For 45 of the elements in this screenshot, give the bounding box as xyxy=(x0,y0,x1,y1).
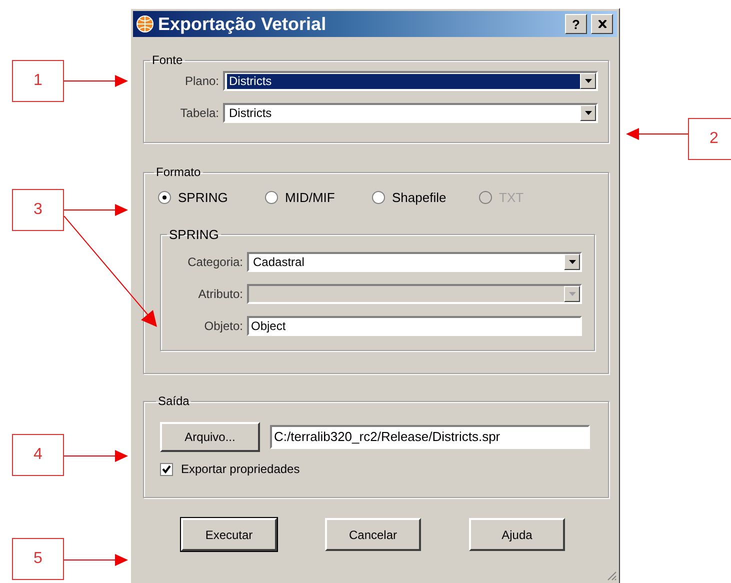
dropdown-field[interactable]: Districts xyxy=(223,71,598,91)
caret-icon xyxy=(568,292,576,296)
callout-label: 3 xyxy=(12,189,64,231)
radio-option[interactable]: Shapefile xyxy=(372,190,479,204)
radio-button[interactable] xyxy=(372,190,385,204)
browse-button[interactable]: Arquivo... xyxy=(160,422,260,452)
dialog-button[interactable]: Ajuda xyxy=(469,518,565,551)
group-title: Formato xyxy=(155,165,202,179)
input-field[interactable]: Object xyxy=(247,316,582,336)
close-button[interactable] xyxy=(591,14,613,34)
callout-label: 1 xyxy=(12,60,64,102)
caret-icon xyxy=(568,260,576,264)
callout-label: 5 xyxy=(12,538,64,580)
field-label: Atributo: xyxy=(197,287,243,301)
dialog-button[interactable]: Executar xyxy=(181,518,277,551)
radio-option[interactable]: SPRING xyxy=(158,190,265,204)
callout-label: 4 xyxy=(12,434,64,476)
resize-grip-icon xyxy=(606,570,617,581)
arrow xyxy=(64,554,128,566)
help-button[interactable]: ? xyxy=(565,14,587,34)
field-label: Objeto: xyxy=(203,319,243,333)
group-title: Fonte xyxy=(151,53,184,67)
checkbox-label: Exportar propriedades xyxy=(181,462,300,476)
arrow xyxy=(64,450,128,462)
radio-option[interactable]: MID/MIF xyxy=(265,190,372,204)
caret-icon xyxy=(584,111,592,115)
radio-button[interactable] xyxy=(158,190,171,204)
field-label: Categoria: xyxy=(186,255,243,269)
close-icon xyxy=(598,20,606,28)
group-title: SPRING xyxy=(168,227,220,242)
field-label: Tabela: xyxy=(179,106,219,120)
callout-label: 2 xyxy=(688,118,731,160)
dialog-button[interactable]: Cancelar xyxy=(325,518,421,551)
field-label: Plano: xyxy=(184,74,219,88)
arrow xyxy=(64,75,128,87)
input-field[interactable]: C:/terralib320_rc2/Release/Districts.spr xyxy=(270,425,590,449)
radio-button[interactable] xyxy=(265,190,278,204)
arrow xyxy=(626,128,688,140)
globe-icon xyxy=(136,15,154,33)
group-title: Saída xyxy=(157,394,190,408)
checkbox[interactable] xyxy=(160,462,173,476)
dropdown-field[interactable]: Cadastral xyxy=(247,252,582,272)
dropdown-field[interactable]: Districts xyxy=(223,103,598,123)
caret-icon xyxy=(584,79,592,83)
window-title: Exportação Vetorial xyxy=(158,14,326,34)
